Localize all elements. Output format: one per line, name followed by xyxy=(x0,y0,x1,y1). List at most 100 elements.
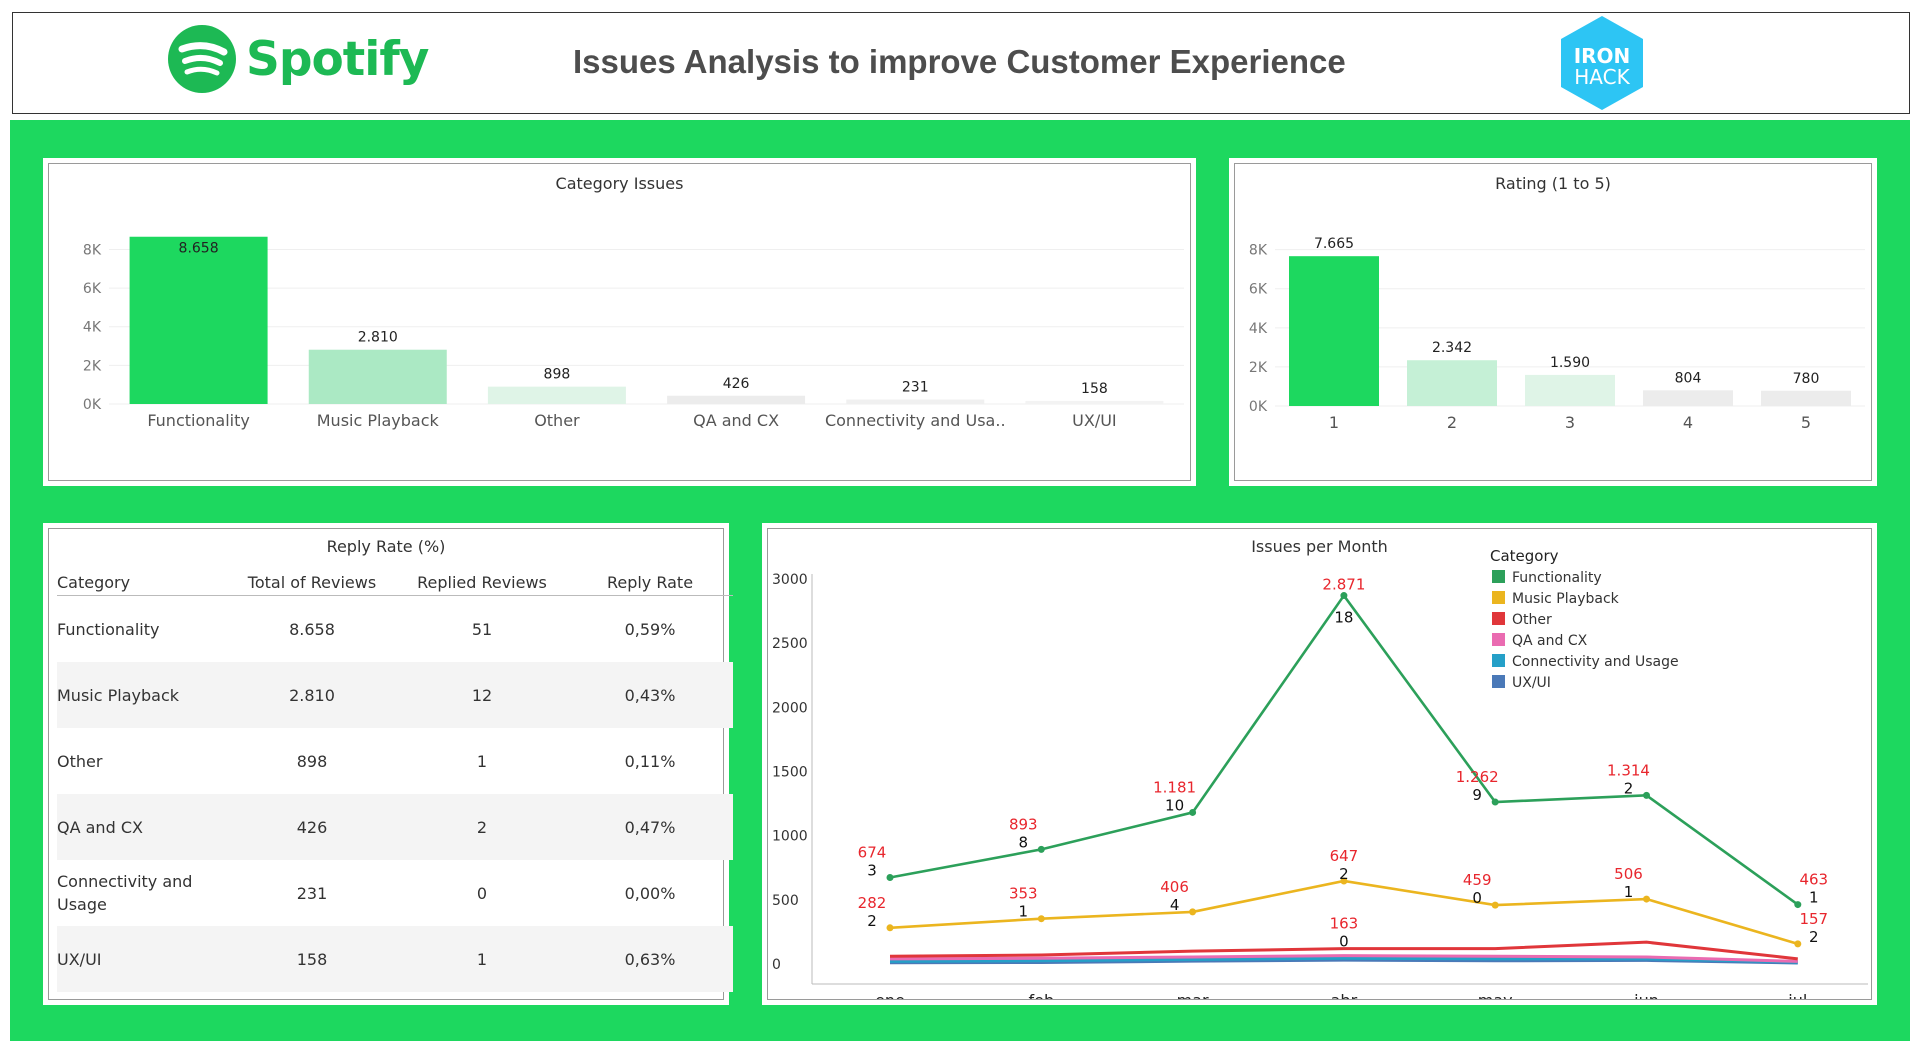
table-cell: 0,43% xyxy=(567,662,733,728)
legend-entry: Other xyxy=(1512,612,1552,628)
bar-value-label: 231 xyxy=(902,380,929,396)
data-point xyxy=(886,924,894,932)
category-label: Music Playback xyxy=(317,411,440,430)
page-title: Issues Analysis to improve Customer Expe… xyxy=(573,43,1346,80)
legend-swatch xyxy=(1492,633,1505,646)
value-annotation: 163 xyxy=(1330,915,1359,933)
data-point xyxy=(1794,940,1802,948)
y-tick-label: 3000 xyxy=(772,572,808,588)
rating-panel: Rating (1 to 5) 0K 2K 4K 6K 8K 7.665 1 2.342 2 1.… xyxy=(1229,158,1877,486)
category-label: 4 xyxy=(1683,413,1693,432)
bar xyxy=(1525,374,1615,406)
column-header: Total of Reviews xyxy=(227,569,397,596)
table-row: Music Playback 2.810 12 0,43% xyxy=(57,662,733,728)
issues-per-month-panel: Issues per Month 0 500 1000 1500 2000 2500 300… xyxy=(762,523,1877,1005)
legend-swatch xyxy=(1492,591,1505,604)
count-annotation: 8 xyxy=(1019,833,1029,851)
legend-swatch xyxy=(1492,675,1505,688)
bar-value-label: 7.665 xyxy=(1314,236,1354,252)
bar-value-label: 158 xyxy=(1081,381,1108,397)
category-issues-chart: 0K 2K 4K 6K 8K 8.658 Functionality 2.810 Music P… xyxy=(83,236,1184,430)
reply-rate-title: Reply Rate (%) xyxy=(326,537,446,556)
bar-value-label: 2.810 xyxy=(358,330,398,346)
bar xyxy=(1761,390,1851,406)
reply-rate-table: Category Total of Reviews Replied Reviews R… xyxy=(57,569,733,992)
y-tick-label: 8K xyxy=(83,242,102,258)
table-cell: 231 xyxy=(296,883,328,903)
column-header: Replied Reviews xyxy=(397,569,567,596)
reply-rate-panel: Reply Rate (%) Category Total of Reviews R… xyxy=(43,523,733,1005)
legend-title: Category xyxy=(1490,547,1559,565)
y-tick-label: 0K xyxy=(1249,399,1268,415)
category-label: UX/UI xyxy=(1072,411,1117,430)
data-point xyxy=(1491,798,1499,806)
table-cell: 0,63% xyxy=(567,926,733,992)
y-tick-label: 0K xyxy=(83,397,102,413)
bar xyxy=(1025,400,1164,404)
count-annotation: 10 xyxy=(1165,796,1184,814)
value-annotation: 647 xyxy=(1330,847,1359,865)
bar xyxy=(487,386,626,404)
category-label: Connectivity and Usa.. xyxy=(825,411,1006,430)
table-cell: 8.658 xyxy=(289,619,335,639)
x-tick-label: mar xyxy=(1177,991,1209,999)
table-row: Connectivity and Usage 231 0 0,00% xyxy=(57,860,733,926)
y-tick-label: 4K xyxy=(83,320,102,336)
data-point xyxy=(1643,895,1650,903)
y-tick-label: 6K xyxy=(1249,282,1268,298)
count-annotation: 2 xyxy=(1624,779,1634,797)
legend-entry: UX/UI xyxy=(1512,675,1551,691)
bar-value-label: 898 xyxy=(544,367,571,383)
value-annotation: 282 xyxy=(858,894,887,912)
table-cell: Functionality xyxy=(57,619,160,639)
category-label: 1 xyxy=(1329,413,1339,432)
table-cell: 0,00% xyxy=(624,883,676,903)
reply-table-header: Category Total of Reviews Replied Reviews R… xyxy=(57,569,733,596)
value-annotation: 1.262 xyxy=(1456,768,1499,786)
category-label: 5 xyxy=(1801,413,1811,432)
table-cell: UX/UI xyxy=(57,926,227,992)
ironhack-line2: HACK xyxy=(1574,65,1630,89)
value-annotation: 506 xyxy=(1614,865,1643,883)
table-cell: 898 xyxy=(296,751,328,771)
value-annotation: 1.181 xyxy=(1153,778,1196,796)
count-annotation: 0 xyxy=(1472,889,1482,907)
legend-swatch xyxy=(1492,654,1505,667)
table-cell: 1 xyxy=(476,751,488,771)
rating-chart: 0K 2K 4K 6K 8K 7.665 1 2.342 2 1.590 3 804 4 780 5 xyxy=(1249,236,1865,432)
table-cell: QA and CX xyxy=(57,794,227,860)
category-issues-panel: Category Issues 0K 2K 4K 6K 8K 8.658 Functiona… xyxy=(43,158,1196,486)
count-annotation: 1 xyxy=(1809,889,1819,907)
table-cell: 426 xyxy=(227,794,397,860)
table-cell: 1 xyxy=(397,926,567,992)
y-tick-label: 4K xyxy=(1249,321,1268,337)
data-point xyxy=(1189,908,1197,916)
table-row: QA and CX 426 2 0,47% xyxy=(57,794,733,860)
data-point xyxy=(1491,901,1499,909)
y-tick-label: 2K xyxy=(1249,360,1268,376)
table-cell: 158 xyxy=(227,926,397,992)
legend-swatch xyxy=(1492,612,1505,625)
dashboard-header: Spotify Issues Analysis to improve Custo… xyxy=(12,12,1910,114)
bar xyxy=(308,349,447,404)
category-label: QA and CX xyxy=(693,411,779,430)
x-tick-label: feb xyxy=(1028,991,1054,999)
data-point xyxy=(1037,845,1045,853)
bar xyxy=(846,399,985,404)
bar-value-label: 8.658 xyxy=(179,241,219,257)
table-cell: 0,47% xyxy=(567,794,733,860)
bar-value-label: 1.590 xyxy=(1550,355,1590,371)
table-cell: 2 xyxy=(397,794,567,860)
table-cell: 0,59% xyxy=(624,619,676,639)
value-annotation: 406 xyxy=(1160,878,1189,896)
value-annotation: 463 xyxy=(1799,871,1828,889)
y-tick-label: 2K xyxy=(83,358,102,374)
category-label: 2 xyxy=(1447,413,1457,432)
spotify-logo: Spotify xyxy=(168,25,429,93)
spotify-icon xyxy=(168,25,236,93)
data-point xyxy=(1794,901,1802,909)
bar xyxy=(1407,360,1497,406)
value-annotation: 2.871 xyxy=(1322,576,1365,594)
count-annotation: 2 xyxy=(1809,928,1819,946)
table-cell: Connectivity and Usage xyxy=(57,872,193,914)
